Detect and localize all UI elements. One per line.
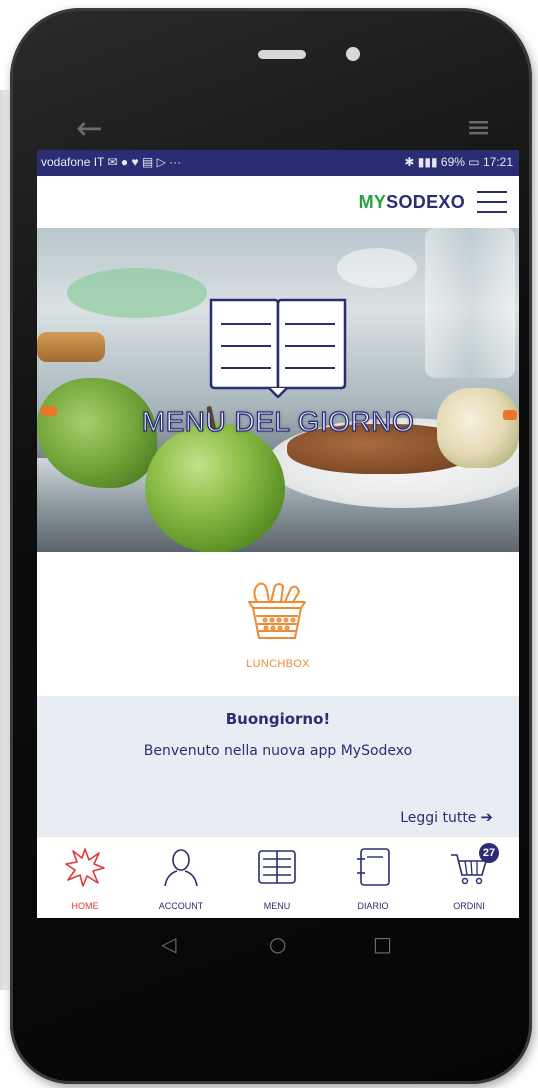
status-right: ✱ ▮▮▮ 69% ▭ 17:21 — [404, 155, 513, 169]
nav-diario[interactable]: DIARIO — [325, 837, 421, 918]
hardware-back-icon[interactable]: ← — [76, 112, 103, 144]
nav-home[interactable]: HOME — [37, 837, 133, 918]
android-recents-icon[interactable]: □ — [373, 932, 392, 956]
lunchbox-label: LUNCHBOX — [246, 658, 310, 670]
arrow-right-icon: ➔ — [480, 808, 493, 826]
home-star-icon — [65, 848, 105, 887]
nav-home-label: HOME — [71, 901, 99, 911]
logo-sodexo: SODEXO — [386, 192, 465, 212]
battery-percent: 69% — [440, 155, 465, 169]
menu-del-giorno-banner[interactable]: MENU DEL GIORNO — [37, 228, 519, 552]
bluetooth-icon: ✱ — [404, 155, 415, 169]
nav-ordini[interactable]: 27 ORDINI — [421, 837, 517, 918]
nav-account[interactable]: ACCOUNT — [133, 837, 229, 918]
open-book-icon — [209, 298, 347, 398]
phone-camera — [346, 47, 360, 61]
hero-title: MENU DEL GIORNO — [141, 405, 415, 437]
app-screen: vodafone IT ✉ ● ♥ ▤ ▷ ··· ✱ ▮▮▮ 69% ▭ 17… — [37, 150, 519, 918]
apple-image — [145, 423, 285, 552]
status-bar: vodafone IT ✉ ● ♥ ▤ ▷ ··· ✱ ▮▮▮ 69% ▭ 17… — [37, 150, 519, 176]
greeting-message: Benvenuto nella nuova app MySodexo — [143, 743, 413, 759]
hero-bg-blur — [67, 268, 207, 318]
bread-image — [37, 332, 105, 362]
hero-bg-blur — [337, 248, 417, 288]
account-icon — [164, 849, 198, 887]
water-glass-image — [425, 228, 515, 378]
orders-count-badge: 27 — [479, 843, 499, 863]
greeting-card: Buongiorno! Benvenuto nella nuova app My… — [37, 696, 519, 836]
battery-icon: ▭ — [468, 155, 480, 169]
lunchbox-section[interactable]: LUNCHBOX — [37, 552, 519, 696]
nav-menu-label: MENU — [263, 901, 291, 911]
phone-speaker — [258, 50, 306, 59]
logo-my: MY — [358, 192, 387, 212]
signal-icon: ▮▮▮ — [417, 155, 438, 169]
diary-icon — [357, 848, 390, 886]
mysodexo-logo: MYSODEXO — [359, 192, 465, 213]
lunchbox-basket-icon — [248, 582, 306, 639]
greeting-title: Buongiorno! — [225, 710, 331, 728]
nav-account-label: ACCOUNT — [158, 901, 204, 911]
menu-book-icon — [258, 850, 296, 884]
hardware-menu-icon[interactable]: ≡ — [466, 112, 491, 144]
android-back-icon[interactable]: ◁ — [161, 932, 176, 956]
nav-ordini-label: ORDINI — [453, 901, 485, 911]
hamburger-menu-icon[interactable] — [477, 191, 507, 213]
nav-diario-label: DIARIO — [357, 901, 389, 911]
android-navigation-bar: ◁ ○ □ — [37, 918, 519, 968]
read-all-link[interactable]: Leggi tutte ➔ — [400, 808, 493, 826]
app-bar: MYSODEXO — [37, 176, 519, 229]
phone-side-edge — [0, 90, 10, 990]
bottom-navigation: HOME ACCOUNT MENU DIARIO 27 ORDINI — [37, 836, 519, 918]
status-carrier: vodafone IT ✉ ● ♥ ▤ ▷ ··· — [41, 155, 182, 169]
read-all-label: Leggi tutte — [400, 810, 477, 826]
status-time: 17:21 — [482, 155, 513, 169]
nav-menu[interactable]: MENU — [229, 837, 325, 918]
android-home-icon[interactable]: ○ — [269, 932, 286, 956]
